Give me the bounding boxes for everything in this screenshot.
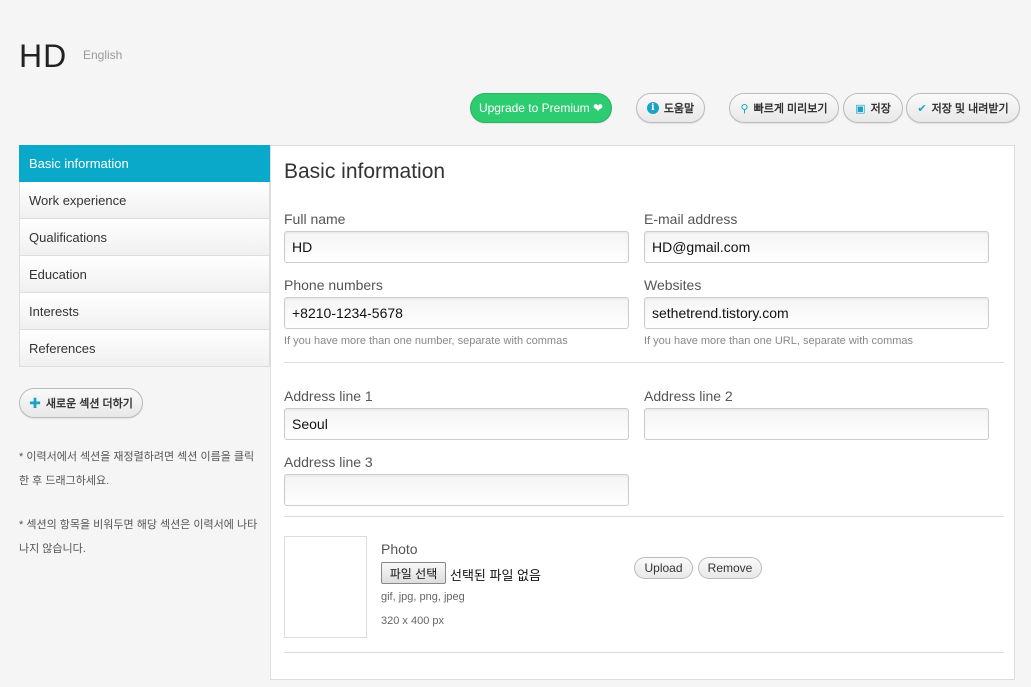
sidebar: Basic information Work experience Qualif… — [19, 145, 270, 367]
save-button[interactable]: ▣ 저장 — [843, 93, 903, 123]
panel-title: Basic information — [284, 160, 446, 183]
sidebar-item-qualifications[interactable]: Qualifications — [19, 219, 270, 256]
remove-button[interactable]: Remove — [698, 557, 762, 579]
phone-label: Phone numbers — [284, 277, 383, 293]
address1-input[interactable] — [284, 408, 629, 440]
divider — [284, 362, 1004, 363]
websites-help: If you have more than one URL, separate … — [644, 335, 914, 347]
address2-label: Address line 2 — [644, 388, 733, 404]
help-button[interactable]: i 도움말 — [636, 93, 705, 123]
photo-label: Photo — [381, 541, 418, 557]
email-label: E-mail address — [644, 211, 738, 227]
save-label: 저장 — [870, 103, 891, 115]
divider — [284, 516, 1004, 517]
address3-input[interactable] — [284, 474, 629, 506]
websites-input[interactable] — [644, 297, 989, 329]
file-status: 선택된 파일 없음 — [450, 568, 541, 583]
sidebar-item-basic-information[interactable]: Basic information — [19, 145, 270, 182]
reorder-hint: * 이력서에서 섹션을 재정렬하려면 섹션 이름을 클릭한 후 드래그하세요. — [19, 451, 255, 487]
sidebar-item-references[interactable]: References — [19, 330, 270, 367]
save-download-label: 저장 및 내려받기 — [931, 103, 1009, 115]
plus-icon: ✚ — [29, 394, 41, 411]
floppy-disk-icon: ▣ — [855, 102, 866, 115]
photo-formats: gif, jpg, png, jpeg — [381, 591, 465, 603]
empty-section-hint: * 섹션의 항목을 비워두면 해당 섹션은 이력서에 나타나지 않습니다. — [19, 519, 258, 555]
address2-input[interactable] — [644, 408, 989, 440]
choose-file-button[interactable]: 파일 선택 — [381, 562, 446, 584]
email-input[interactable] — [644, 231, 989, 263]
help-button-label: 도움말 — [663, 103, 695, 115]
phone-help: If you have more than one number, separa… — [284, 335, 568, 347]
full-name-label: Full name — [284, 211, 346, 227]
logo[interactable]: HD — [19, 38, 67, 75]
basic-information-panel: Basic information Full name E-mail addre… — [270, 145, 1015, 680]
checkmark-icon: ✔ — [917, 102, 927, 115]
upload-button[interactable]: Upload — [634, 557, 693, 579]
photo-size: 320 x 400 px — [381, 615, 444, 627]
sidebar-item-work-experience[interactable]: Work experience — [19, 182, 270, 219]
upgrade-premium-button[interactable]: Upgrade to Premium ❤ — [470, 93, 612, 123]
sidebar-item-education[interactable]: Education — [19, 256, 270, 293]
websites-label: Websites — [644, 277, 702, 293]
address3-label: Address line 3 — [284, 454, 373, 470]
toolbar: Upgrade to Premium ❤ i 도움말 ⚲ 빠르게 미리보기 ▣ … — [0, 92, 1031, 124]
language-link[interactable]: English — [83, 48, 122, 62]
quick-preview-label: 빠르게 미리보기 — [753, 103, 828, 115]
address1-label: Address line 1 — [284, 388, 373, 404]
sidebar-item-interests[interactable]: Interests — [19, 293, 270, 330]
save-download-button[interactable]: ✔ 저장 및 내려받기 — [906, 93, 1020, 123]
photo-preview — [284, 536, 367, 638]
divider — [284, 652, 1004, 653]
quick-preview-button[interactable]: ⚲ 빠르게 미리보기 — [729, 93, 839, 123]
add-section-button[interactable]: ✚ 새로운 섹션 더하기 — [19, 388, 143, 418]
add-section-label: 새로운 섹션 더하기 — [45, 398, 133, 410]
info-icon: i — [646, 102, 659, 114]
magnifier-icon: ⚲ — [740, 102, 749, 115]
phone-input[interactable] — [284, 297, 629, 329]
full-name-input[interactable] — [284, 231, 629, 263]
